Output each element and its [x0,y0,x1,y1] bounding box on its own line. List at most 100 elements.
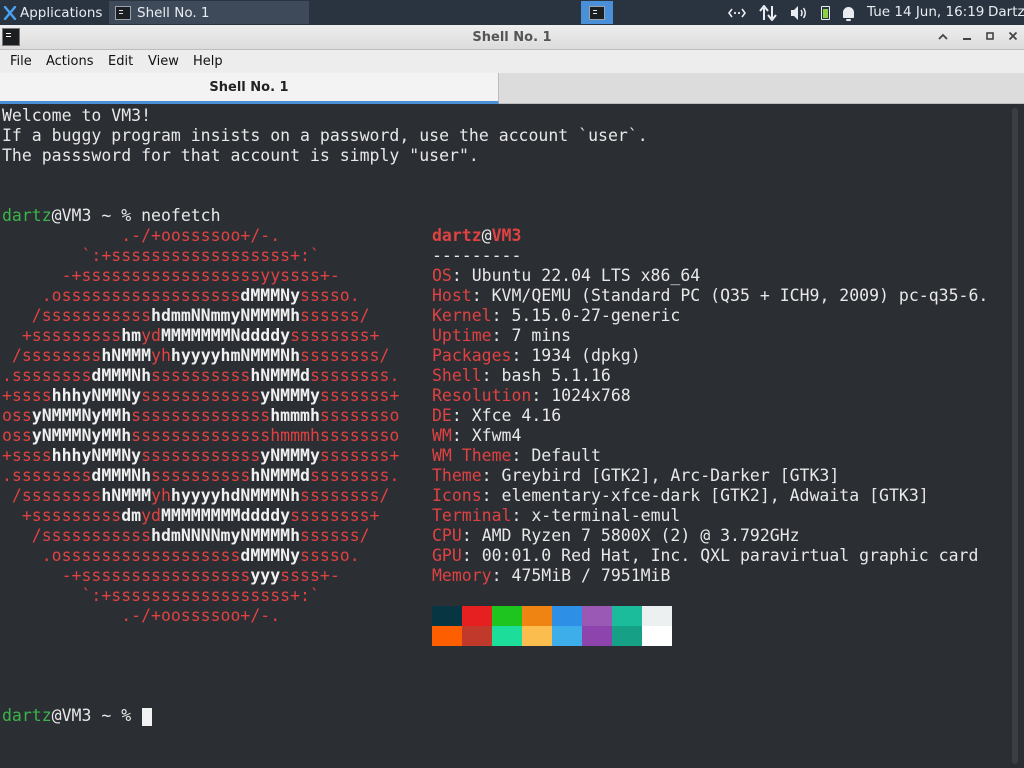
color-swatch [552,626,582,646]
close-button[interactable] [1002,25,1024,50]
menu-help[interactable]: Help [193,50,223,73]
info-colon: : [451,426,472,445]
ascii-segment: yNMMMNyMMh [31,406,132,425]
ascii-segment: /ssssssss [2,346,102,365]
menu-view[interactable]: View [148,50,179,73]
ascii-segment: /sssssssssss [2,306,152,325]
prompt-line: dartz@VM3 ~ % neofetch [2,206,221,226]
info-line: Memory: 475MiB / 7951MiB [432,566,670,586]
ascii-segment: yd [141,326,161,345]
ascii-segment: oss [2,426,32,445]
workspace-switcher-button[interactable] [581,1,613,24]
terminal-scrollbar[interactable] [1006,104,1024,768]
info-key: OS [432,266,452,285]
ascii-segment: hdmNNNNmyNMMMMh [151,526,301,545]
ascii-segment: hdmmNNmmyNMMMMh [151,306,301,325]
minimize-button[interactable] [956,25,978,50]
terminal-icon [115,5,131,20]
transfer-icon[interactable] [759,4,777,21]
window-title: Shell No. 1 [472,30,552,45]
ascii-segment: dMMMNy [240,286,301,305]
info-line: Theme: Greybird [GTK2], Arc-Darker [GTK3… [432,466,839,486]
maximize-button[interactable] [979,25,1001,50]
window-title-bar[interactable]: Shell No. 1 [0,25,1024,50]
info-line: WM Theme: Default [432,446,601,466]
info-line: GPU: 00:01.0 Red Hat, Inc. QXL paravirtu… [432,546,978,566]
ascii-segment: .ossssssssssssssssss [2,546,241,565]
prompt-user: dartz [2,706,52,725]
info-colon: : [531,386,552,405]
ascii-segment: hNMMMd [250,466,310,485]
ascii-logo-line: `:+ssssssssssssssssss+:` [2,246,320,266]
info-value: 475MiB / 7951MiB [511,566,671,585]
tab-shell-no-1[interactable]: Shell No. 1 [0,73,499,104]
ascii-segment: hhhyNMMNy [51,446,142,465]
ascii-logo-line: .ssssssssdMMMNhsssssssssshNMMMdssssssss. [2,366,399,386]
info-value: Xfwm4 [471,426,522,445]
color-swatch [462,606,492,626]
shade-button[interactable] [932,25,954,50]
ascii-logo-line: .-/+oossssoo+/-. [2,606,280,626]
tab-bar: Shell No. 1 [0,73,1024,104]
ascii-segment: dMMMNy [240,546,301,565]
ascii-segment: sssssssssssssshmmmhssssssso [131,426,400,445]
info-key: Host [432,286,472,305]
clock[interactable]: Tue 14 Jun, 16:19 [867,0,984,25]
notification-bell-icon[interactable] [843,7,854,21]
info-key: Theme [432,466,482,485]
menu-actions[interactable]: Actions [46,50,94,73]
prompt-line[interactable]: dartz@VM3 ~ % [2,706,153,726]
ascii-segment: hNMMM [101,346,152,365]
color-swatch [432,606,462,626]
volume-icon[interactable] [790,5,808,21]
info-colon: : [511,446,532,465]
color-swatch [582,606,612,626]
ascii-logo-line: .ssssssssdMMMNhsssssssssshNMMMdssssssss. [2,466,399,486]
color-swatch [492,626,522,646]
menu-edit[interactable]: Edit [108,50,133,73]
info-key: Terminal [432,506,512,525]
ascii-segment: ssssssss+ [290,506,380,525]
minimize-icon [963,38,971,40]
ascii-logo-line: ossyNMMMNyMMhsssssssssssssshmmmhssssssso [2,406,399,426]
ascii-segment: yh [151,346,171,365]
prompt-host: @VM3 ~ % [51,706,142,725]
color-swatch [612,626,642,646]
ascii-segment: ssssssss. [309,366,400,385]
maximize-icon [986,32,994,40]
ascii-logo-line: .-/+oossssoo+/-. [2,226,280,246]
scrollbar-track[interactable] [1012,108,1018,764]
info-line: CPU: AMD Ryzen 7 5800X (2) @ 3.792GHz [432,526,800,546]
info-value: Ubuntu 22.04 LTS x86_64 [471,266,701,285]
taskbar-item-shell[interactable]: Shell No. 1 [109,1,309,24]
info-value: bash 5.1.16 [501,366,611,385]
ascii-segment: ssssssssss [151,366,251,385]
network-icon[interactable] [728,6,746,20]
ascii-segment: `:+ssssssssssssssssss+:` [2,246,320,265]
ascii-segment: +ssss [2,446,52,465]
welcome-line: If a buggy program insists on a password… [2,126,648,145]
applications-menu-button[interactable]: Applications [0,0,102,25]
ascii-segment: +sssssssss [2,506,122,525]
ascii-logo-line: -+ssssssssssssssssssyyssss+- [2,266,340,286]
ascii-segment: +ssss [2,386,52,405]
user-menu[interactable]: Dartz [988,0,1024,25]
ascii-segment: /sssssssssss [2,526,152,545]
ascii-segment: dMMMNh [91,466,152,485]
color-swatch [522,606,552,626]
ascii-segment: hNMMM [101,486,152,505]
info-key: Packages [432,346,512,365]
info-value: 7 mins [511,326,572,345]
ascii-segment: ssssssssssss [141,386,261,405]
ascii-segment: hmmmh [270,406,320,425]
taskbar-item-label: Shell No. 1 [137,4,210,21]
info-colon: : [491,326,512,345]
prompt-user: dartz [2,206,52,225]
ascii-logo-line: +ssssssssshmydMMMMMMMNddddyssssssss+ [2,326,380,346]
menu-file[interactable]: File [10,50,32,73]
battery-icon[interactable] [821,5,830,20]
terminal-area[interactable]: Welcome to VM3! If a buggy program insis… [0,104,1006,768]
color-swatch [522,626,552,646]
info-line: Shell: bash 5.1.16 [432,366,611,386]
ascii-segment: ssss+- [280,566,340,585]
